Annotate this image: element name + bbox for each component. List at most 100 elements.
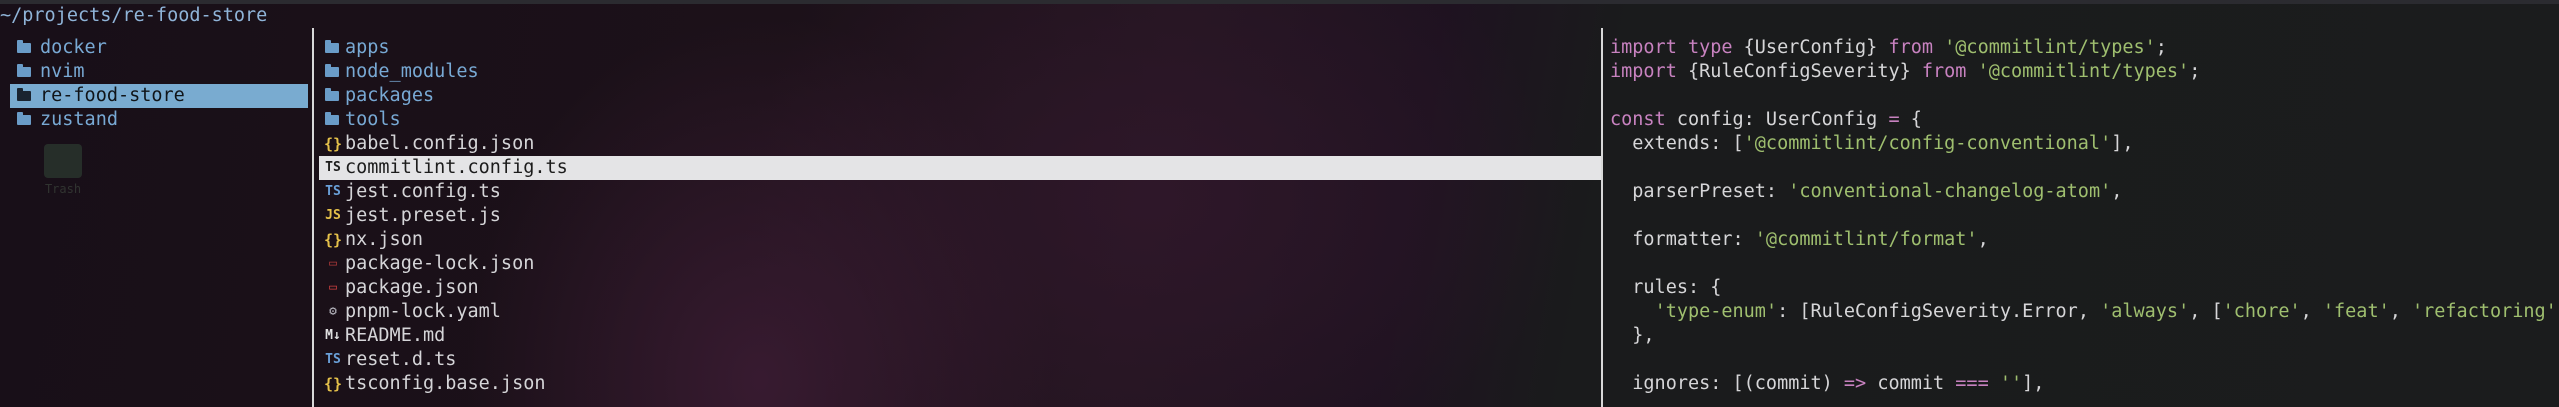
code-token: import type	[1610, 37, 1744, 58]
code-token: extends: [	[1610, 133, 1744, 154]
file-item-tsconfig.base.json[interactable]: {} tsconfig.base.json	[319, 372, 1601, 396]
file-item-README.md[interactable]: M↓ README.md	[319, 324, 1601, 348]
pane-divider	[1601, 28, 1603, 407]
item-label: README.md	[345, 325, 446, 346]
file-item-jest.config.ts[interactable]: TS jest.config.ts	[319, 180, 1601, 204]
code-token: config: UserConfig	[1676, 109, 1889, 130]
code-token: ,	[2389, 301, 2412, 322]
json-icon: {}	[324, 135, 343, 153]
folder-icon	[324, 108, 342, 132]
item-label: tsconfig.base.json	[345, 373, 546, 394]
file-item-pnpm-lock.yaml[interactable]: ⚙ pnpm-lock.yaml	[319, 300, 1601, 324]
code-line: extends: ['@commitlint/config-convention…	[1610, 132, 2134, 156]
code-token: 'feat'	[2322, 301, 2390, 322]
trash-icon	[44, 144, 82, 178]
code-token: '@commitlint/types'	[1977, 61, 2190, 82]
file-item-babel.config.json[interactable]: {} babel.config.json	[319, 132, 1601, 156]
folder-icon	[16, 108, 34, 132]
typescript-icon: TS	[325, 352, 341, 367]
typescript-icon: TS	[325, 160, 341, 175]
code-token: =>	[1843, 373, 1878, 394]
parent-dir-item-zustand[interactable]: zustand	[10, 108, 308, 132]
code-line: formatter: '@commitlint/format',	[1610, 228, 1989, 252]
code-line: const config: UserConfig = {	[1610, 108, 1922, 132]
code-token: {	[1910, 109, 1922, 130]
dir-item-apps[interactable]: apps	[319, 36, 1601, 60]
code-line: },	[1610, 324, 1655, 348]
code-token: {UserConfig}	[1743, 37, 1889, 58]
code-token: ,	[1977, 229, 1989, 250]
folder-icon	[324, 84, 342, 108]
file-item-package.json[interactable]: ▭ package.json	[319, 276, 1601, 300]
item-label: docker	[40, 37, 107, 58]
item-label: jest.config.ts	[345, 181, 501, 202]
parent-directory-pane[interactable]: docker nvim re-food-store zustand Trash	[0, 28, 312, 407]
code-token: {RuleConfigSeverity}	[1687, 61, 1922, 82]
dir-item-node_modules[interactable]: node_modules	[319, 60, 1601, 84]
code-line: import type {UserConfig} from '@commitli…	[1610, 36, 2167, 60]
code-token: import	[1610, 61, 1688, 82]
folder-icon	[324, 60, 342, 84]
code-token: , [	[2189, 301, 2223, 322]
file-item-commitlint.config.ts[interactable]: TS commitlint.config.ts	[319, 156, 1601, 180]
code-token: ;	[2189, 61, 2201, 82]
file-item-nx.json[interactable]: {} nx.json	[319, 228, 1601, 252]
gear-icon: ⚙	[329, 304, 337, 319]
code-token: ],	[2111, 133, 2134, 154]
code-token: ''	[1999, 373, 2023, 394]
code-token: const	[1610, 109, 1677, 130]
parent-dir-item-re-food-store[interactable]: re-food-store	[10, 84, 308, 108]
code-token: ],	[2022, 373, 2045, 394]
folder-icon	[324, 36, 342, 60]
json-icon: {}	[324, 375, 343, 393]
code-token: '@commitlint/format'	[1754, 229, 1978, 250]
item-label: reset.d.ts	[345, 349, 457, 370]
code-line: parserPreset: 'conventional-changelog-at…	[1610, 180, 2122, 204]
parent-dir-item-docker[interactable]: docker	[10, 36, 308, 60]
item-label: jest.preset.js	[345, 205, 501, 226]
code-line: rules: {	[1610, 276, 1721, 300]
item-label: nx.json	[345, 229, 423, 250]
parent-dir-item-nvim[interactable]: nvim	[10, 60, 308, 84]
current-path: ~/projects/re-food-store	[0, 5, 268, 26]
javascript-icon: JS	[325, 208, 341, 223]
current-directory-pane[interactable]: apps node_modules packages tools{} babel.con…	[315, 28, 1601, 407]
item-label: commitlint.config.ts	[345, 157, 568, 178]
pane-divider	[312, 28, 314, 407]
code-line: 'type-enum': [RuleConfigSeverity.Error, …	[1610, 300, 2559, 324]
file-item-jest.preset.js[interactable]: JS jest.preset.js	[319, 204, 1601, 228]
code-token: ignores: [(commit)	[1610, 373, 1844, 394]
item-label: package.json	[345, 277, 479, 298]
file-item-package-lock.json[interactable]: ▭ package-lock.json	[319, 252, 1601, 276]
item-label: packages	[345, 85, 435, 106]
dir-item-tools[interactable]: tools	[319, 108, 1601, 132]
code-token: '@commitlint/config-conventional'	[1743, 133, 2112, 154]
window-top-border	[0, 0, 2559, 4]
item-label: pnpm-lock.yaml	[345, 301, 501, 322]
code-token: },	[1610, 325, 1655, 346]
code-token: 'type-enum'	[1654, 301, 1778, 322]
json-icon: {}	[324, 231, 343, 249]
code-line: import {RuleConfigSeverity} from '@commi…	[1610, 60, 2200, 84]
markdown-icon: M↓	[325, 328, 341, 343]
code-token: ,	[2300, 301, 2323, 322]
npm-icon: ▭	[329, 280, 337, 295]
trash-label: Trash	[44, 182, 82, 196]
code-token: 'always'	[2100, 301, 2190, 322]
item-label: babel.config.json	[345, 133, 535, 154]
code-token: commit	[1877, 373, 1956, 394]
code-token: 'conventional-changelog-atom'	[1788, 181, 2112, 202]
code-token: 'chore'	[2222, 301, 2301, 322]
item-label: apps	[345, 37, 390, 58]
code-token: rules: {	[1610, 277, 1722, 298]
desktop-trash-ghost: Trash	[40, 144, 86, 204]
code-token: from	[1921, 61, 1978, 82]
dir-item-packages[interactable]: packages	[319, 84, 1601, 108]
file-item-reset.d.ts[interactable]: TS reset.d.ts	[319, 348, 1601, 372]
code-token: : [RuleConfigSeverity.Error,	[1777, 301, 2101, 322]
code-token: ===	[1955, 373, 2000, 394]
code-token: ;	[2155, 37, 2167, 58]
file-preview-pane: import type {UserConfig} from '@commitli…	[1604, 28, 2559, 407]
code-line: ignores: [(commit) => commit === ''],	[1610, 372, 2044, 396]
item-label: nvim	[40, 61, 85, 82]
